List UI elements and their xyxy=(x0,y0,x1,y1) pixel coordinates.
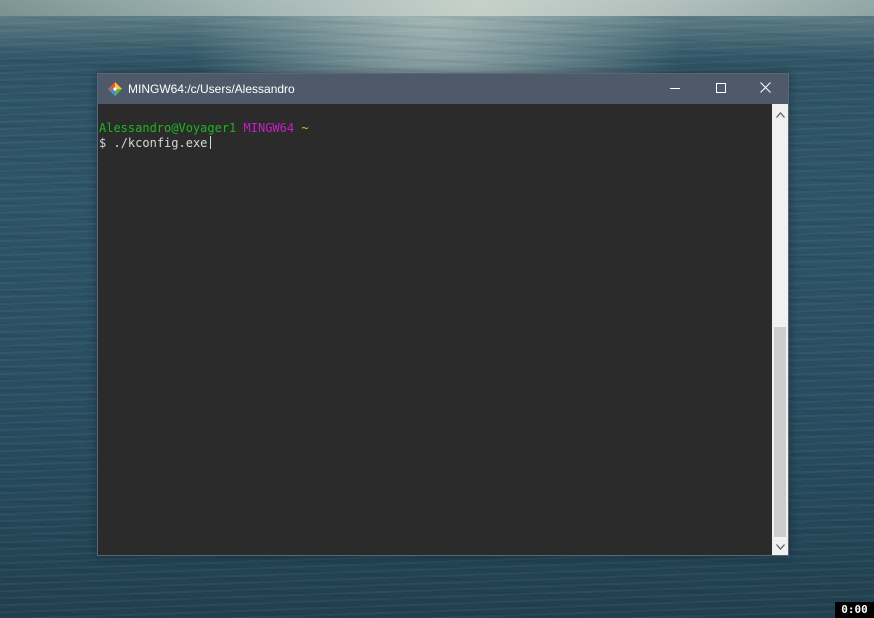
chevron-up-icon xyxy=(775,105,785,123)
prompt-line: Alessandro@Voyager1 MINGW64 ~ xyxy=(99,121,309,136)
minimize-button[interactable] xyxy=(652,74,698,104)
command-line[interactable]: $ ./kconfig.exe xyxy=(99,136,212,151)
window-title: MINGW64:/c/Users/Alessandro xyxy=(128,82,295,96)
scroll-up-button[interactable] xyxy=(772,106,788,122)
prompt-symbol: $ xyxy=(99,136,107,150)
scroll-thumb[interactable] xyxy=(774,327,786,537)
desktop-background: MINGW64:/c/Users/Alessandro Alessandro@V… xyxy=(0,0,874,618)
git-bash-icon[interactable] xyxy=(107,81,123,97)
minimize-icon xyxy=(670,80,680,98)
terminal-output[interactable]: Alessandro@Voyager1 MINGW64 ~ $ ./kconfi… xyxy=(98,104,772,555)
chevron-down-icon xyxy=(775,537,785,555)
close-icon xyxy=(759,80,771,98)
vertical-scrollbar[interactable] xyxy=(772,104,788,555)
prompt-user-host: Alessandro@Voyager1 xyxy=(99,121,237,135)
title-bar[interactable]: MINGW64:/c/Users/Alessandro xyxy=(98,74,788,104)
terminal-window[interactable]: MINGW64:/c/Users/Alessandro Alessandro@V… xyxy=(97,73,789,556)
text-cursor xyxy=(210,136,212,149)
prompt-system: MINGW64 xyxy=(243,121,295,135)
prompt-path: ~ xyxy=(301,121,309,135)
wallpaper-horizon xyxy=(0,0,874,16)
maximize-button[interactable] xyxy=(698,74,744,104)
command-text: ./kconfig.exe xyxy=(113,136,208,150)
close-button[interactable] xyxy=(742,74,788,104)
timer-badge: 0:00 xyxy=(835,602,874,618)
scroll-down-button[interactable] xyxy=(772,538,788,554)
maximize-icon xyxy=(716,80,726,98)
